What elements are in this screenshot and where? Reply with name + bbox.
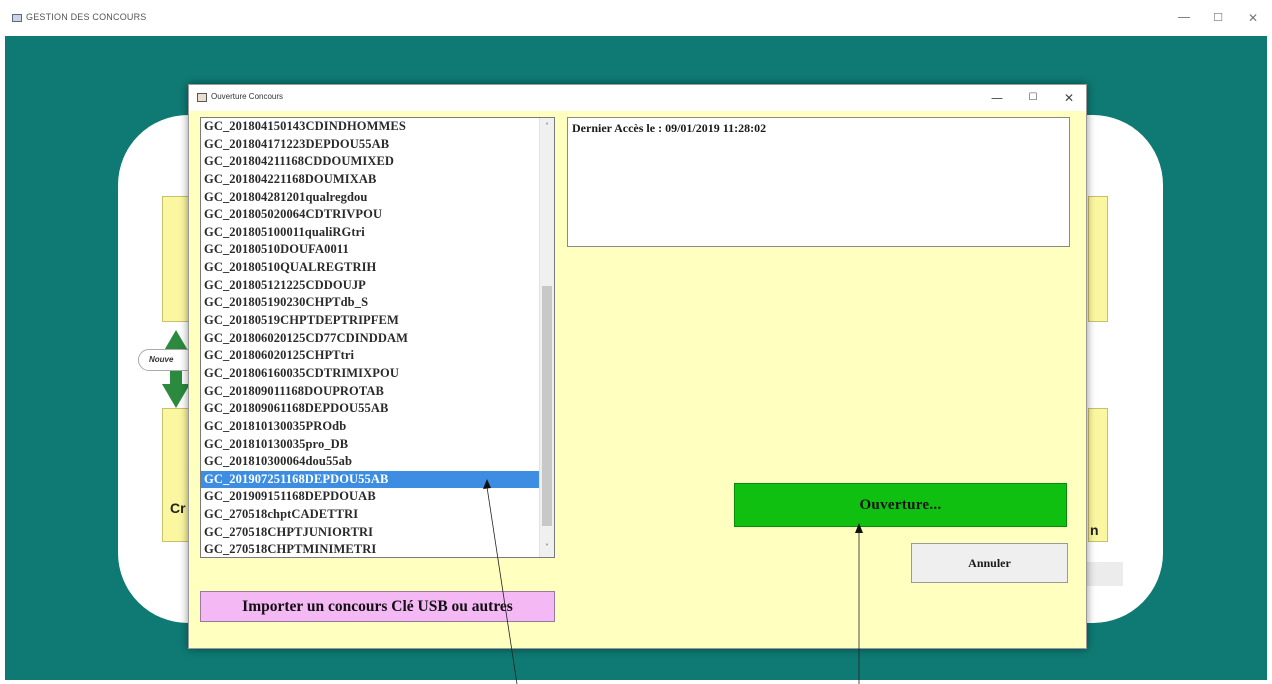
list-item[interactable]: GC_20180519CHPTDEPTRIPFEM bbox=[201, 312, 540, 330]
concours-list[interactable]: GC_201804150143CDINDHOMMES GC_20180417122… bbox=[200, 117, 555, 558]
list-item[interactable]: GC_201804171223DEPDOU55AB bbox=[201, 136, 540, 154]
ouverture-concours-dialog: Ouverture Concours — ☐ ✕ GC_201804150143… bbox=[188, 84, 1087, 649]
list-item[interactable]: GC_201805020064CDTRIVPOU bbox=[201, 206, 540, 224]
list-item[interactable]: GC_201810300064dou55ab bbox=[201, 453, 540, 471]
minimize-icon[interactable]: — bbox=[1174, 8, 1194, 28]
annuler-button[interactable]: Annuler bbox=[911, 543, 1068, 583]
app-icon bbox=[12, 14, 22, 22]
list-item[interactable]: GC_270518CHPTMINIMETRI bbox=[201, 541, 540, 557]
list-item[interactable]: GC_201804281201qualregdou bbox=[201, 189, 540, 207]
list-item[interactable]: GC_201805121225CDDOUJP bbox=[201, 277, 540, 295]
list-item[interactable]: GC_201805190230CHPTdb_S bbox=[201, 294, 540, 312]
background-label-fragment: Cr bbox=[170, 500, 186, 516]
list-scrollbar[interactable]: ˄ ˅ bbox=[539, 118, 554, 557]
background-label-fragment: n bbox=[1090, 522, 1099, 538]
scroll-up-icon[interactable]: ˄ bbox=[540, 120, 554, 134]
maximize-icon[interactable]: ☐ bbox=[1208, 8, 1228, 28]
background-tile[interactable] bbox=[1088, 196, 1108, 322]
last-access-text: Dernier Accès le : 09/01/2019 11:28:02 bbox=[572, 121, 767, 135]
concours-list-items: GC_201804150143CDINDHOMMES GC_20180417122… bbox=[201, 118, 554, 557]
dialog-title: Ouverture Concours bbox=[211, 92, 284, 101]
dialog-minimize-icon[interactable]: — bbox=[987, 88, 1007, 108]
arrow-down-icon bbox=[162, 384, 190, 408]
scroll-down-icon[interactable]: ˅ bbox=[540, 541, 554, 555]
list-item[interactable]: GC_201810130035PROdb bbox=[201, 418, 540, 436]
list-item-selected[interactable]: GC_201907251168DEPDOU55AB bbox=[201, 470, 540, 489]
list-item[interactable]: GC_20180510QUALREGTRIH bbox=[201, 259, 540, 277]
list-item[interactable]: GC_201806020125CD77CDINDDAM bbox=[201, 330, 540, 348]
dialog-maximize-icon[interactable]: ☐ bbox=[1023, 88, 1043, 108]
list-item[interactable]: GC_201809011168DOUPROTAB bbox=[201, 383, 540, 401]
main-titlebar: GESTION DES CONCOURS — ☐ ✕ bbox=[0, 0, 1272, 36]
info-textarea[interactable]: Dernier Accès le : 09/01/2019 11:28:02 bbox=[567, 117, 1070, 247]
list-item[interactable]: GC_201909151168DEPDOUAB bbox=[201, 488, 540, 506]
close-icon[interactable]: ✕ bbox=[1243, 8, 1263, 28]
scroll-thumb[interactable] bbox=[542, 286, 552, 526]
list-item[interactable]: GC_270518CHPTJUNIORTRI bbox=[201, 524, 540, 542]
list-item[interactable]: GC_201804221168DOUMIXAB bbox=[201, 171, 540, 189]
list-item[interactable]: GC_201805100011qualiRGtri bbox=[201, 224, 540, 242]
list-item[interactable]: GC_201806020125CHPTtri bbox=[201, 347, 540, 365]
list-item[interactable]: GC_201810130035pro_DB bbox=[201, 436, 540, 454]
dialog-app-icon bbox=[197, 93, 207, 102]
ouverture-button[interactable]: Ouverture... bbox=[734, 483, 1067, 527]
list-item[interactable]: GC_201806160035CDTRIMIXPOU bbox=[201, 365, 540, 383]
import-concours-button[interactable]: Importer un concours Clé USB ou autres bbox=[200, 591, 555, 622]
main-window-title: GESTION DES CONCOURS bbox=[26, 12, 147, 22]
list-item[interactable]: GC_20180510DOUFA0011 bbox=[201, 241, 540, 259]
list-item[interactable]: GC_201809061168DEPDOU55AB bbox=[201, 400, 540, 418]
list-item[interactable]: GC_201804150143CDINDHOMMES bbox=[201, 118, 540, 136]
dialog-close-icon[interactable]: ✕ bbox=[1059, 88, 1079, 108]
list-item[interactable]: GC_201804211168CDDOUMIXED bbox=[201, 153, 540, 171]
dialog-titlebar: Ouverture Concours — ☐ ✕ bbox=[189, 85, 1086, 111]
list-item[interactable]: GC_270518chptCADETTRI bbox=[201, 506, 540, 524]
